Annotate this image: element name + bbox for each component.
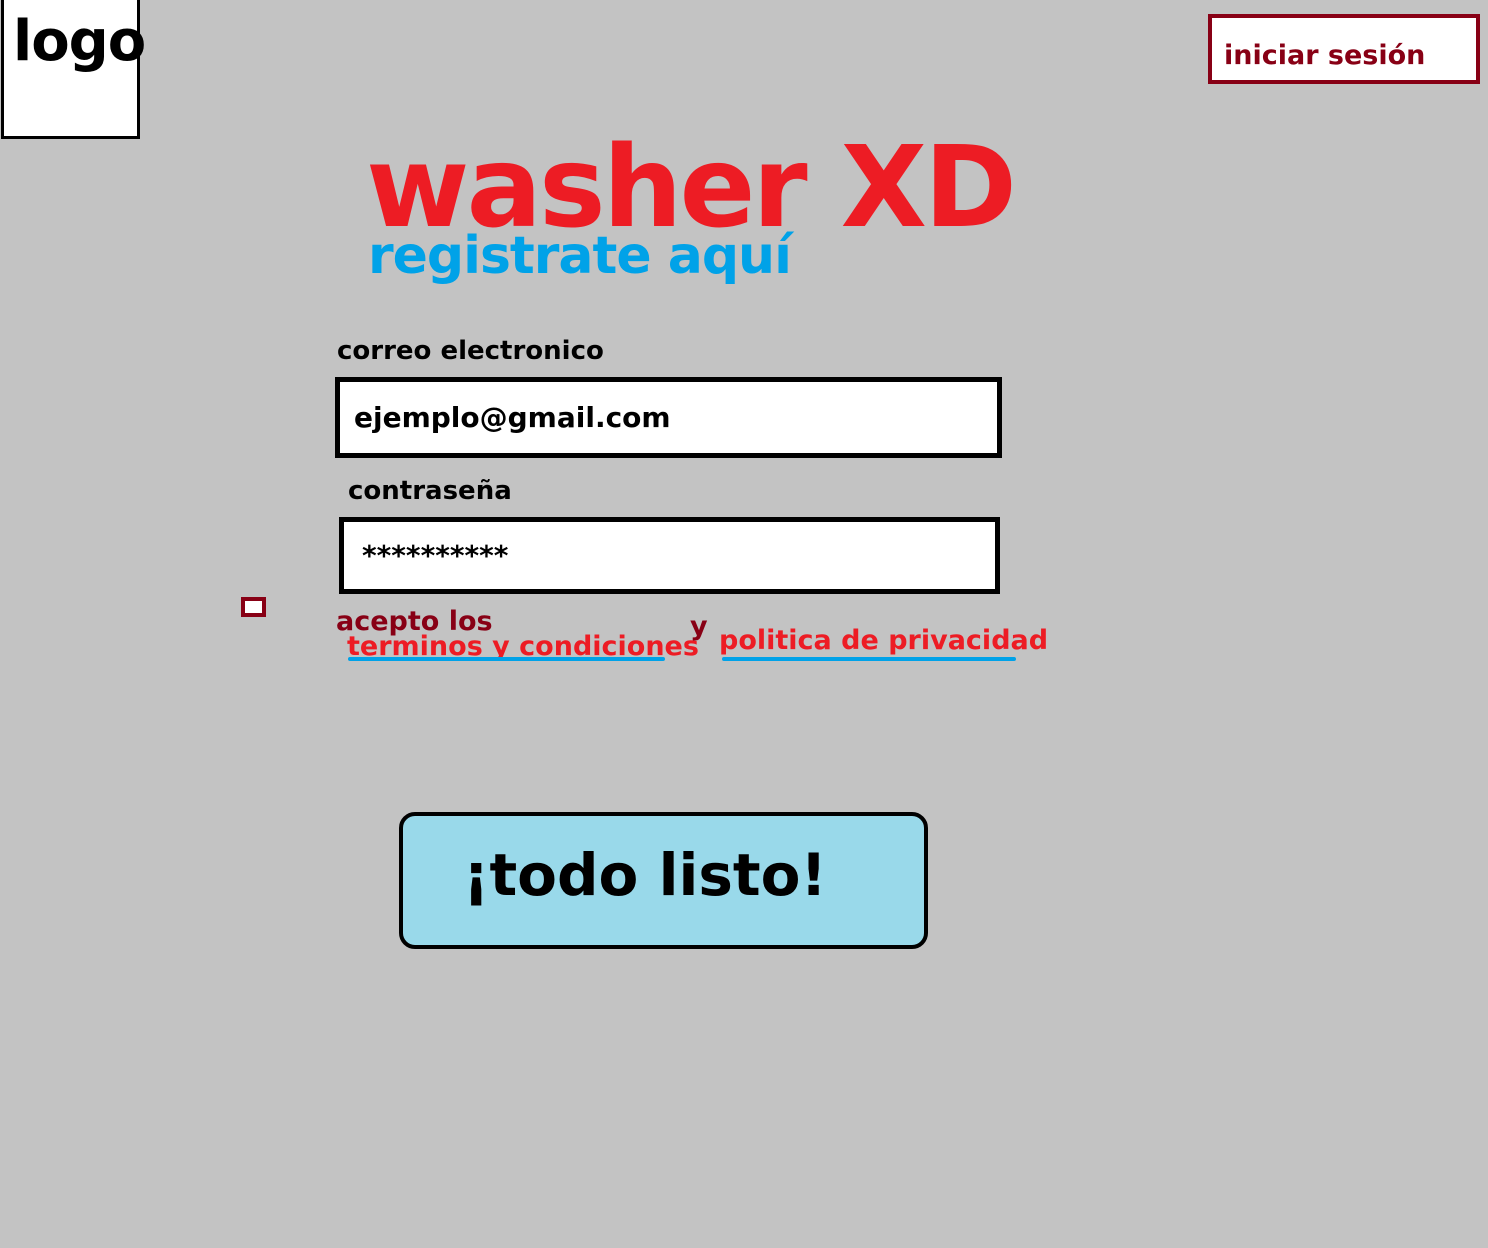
- password-label: contraseña: [348, 476, 512, 506]
- and-text: y: [690, 611, 708, 642]
- email-field[interactable]: ejemplo@gmail.com: [335, 377, 1002, 458]
- submit-button-label: ¡todo listo!: [463, 841, 827, 909]
- email-value: ejemplo@gmail.com: [354, 401, 671, 434]
- terms-link-underline: [348, 657, 665, 661]
- register-subtitle: registrate aquí: [368, 226, 792, 286]
- password-field[interactable]: **********: [339, 517, 1000, 594]
- email-label: correo electronico: [337, 336, 604, 366]
- login-button-label: iniciar sesión: [1224, 40, 1426, 71]
- submit-button[interactable]: ¡todo listo!: [399, 812, 928, 949]
- privacy-link-underline: [722, 657, 1016, 661]
- terms-checkbox[interactable]: [241, 597, 266, 617]
- privacy-link[interactable]: politica de privacidad: [719, 627, 1048, 654]
- terms-link[interactable]: terminos y condiciones: [347, 633, 699, 660]
- logo[interactable]: logo: [1, 0, 146, 139]
- password-value: **********: [362, 539, 509, 572]
- logo-text: logo: [13, 9, 146, 74]
- login-button[interactable]: iniciar sesión: [1208, 14, 1480, 84]
